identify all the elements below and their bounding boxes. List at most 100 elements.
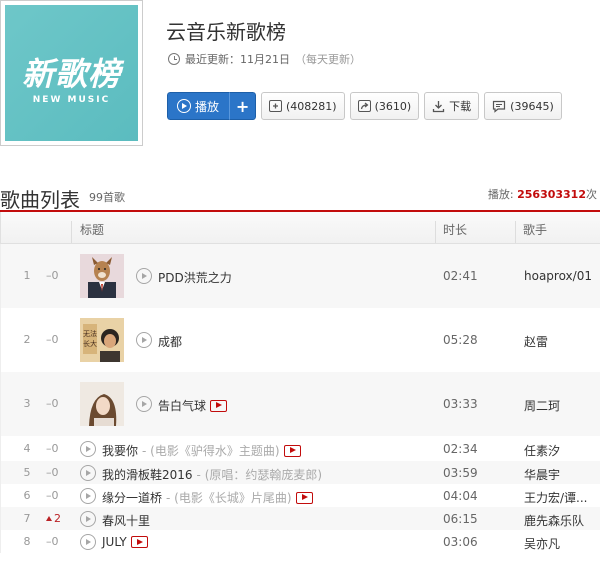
play-icon [177, 99, 191, 113]
cover-image: 新歌榜 NEW MUSIC [5, 5, 138, 141]
song-alias: - (电影《驴得水》主题曲) [142, 444, 280, 458]
cover-title: 新歌榜 [21, 55, 121, 93]
update-label: 最近更新：11月21日 [185, 53, 290, 66]
rank-trend: –0 [46, 269, 59, 282]
table-row[interactable]: 7 2 春风十里 06:15 鹿先森乐队 [0, 507, 600, 530]
column-artist: 歌手 [523, 223, 548, 237]
song-artist[interactable]: 吴亦凡 [524, 535, 599, 552]
song-duration: 04:04 [443, 489, 478, 503]
song-alias: - (原唱：约瑟翰庞麦郎) [196, 468, 323, 482]
total-plays: 播放: 256303312次 [488, 186, 597, 202]
mv-icon[interactable] [283, 444, 301, 457]
song-artist[interactable]: 华晨宇 [524, 466, 599, 483]
song-title[interactable]: 缘分一道桥 - (电影《长城》片尾曲) [102, 489, 313, 506]
song-title[interactable]: 告白气球 [158, 397, 228, 414]
rank-trend: –0 [46, 442, 59, 455]
song-duration: 03:33 [443, 397, 478, 411]
table-row[interactable]: 6 –0 缘分一道桥 - (电影《长城》片尾曲) 04:04 王力宏/谭... [0, 484, 600, 507]
song-play-icon[interactable] [136, 268, 152, 284]
play-button[interactable]: 播放 [167, 92, 230, 120]
update-note: （每天更新） [295, 53, 361, 66]
song-play-icon[interactable] [80, 534, 96, 550]
song-play-icon[interactable] [80, 465, 96, 481]
song-artist[interactable]: 赵雷 [524, 333, 599, 350]
song-name[interactable]: JULY [102, 535, 127, 549]
song-title[interactable]: PDD洪荒之力 [158, 269, 232, 286]
action-bar: 播放 + (408281) (3610) 下载 (39645) [167, 92, 562, 120]
song-title[interactable]: 我的滑板鞋2016 - (原唱：约瑟翰庞麦郎) [102, 466, 322, 483]
play-group: 播放 + [167, 92, 257, 120]
play-count-suffix: 次 [586, 188, 597, 201]
song-name[interactable]: 成都 [158, 333, 182, 350]
song-rank: 3 [23, 397, 31, 410]
column-title: 标题 [80, 223, 105, 237]
song-rank: 5 [23, 466, 31, 479]
song-artist[interactable]: hoaprox/01 [524, 269, 599, 283]
table-row[interactable]: 4 –0 我要你 - (电影《驴得水》主题曲) 02:34 任素汐 [0, 436, 600, 461]
play-count-value: 256303312 [517, 188, 586, 201]
song-title[interactable]: 成都 [158, 333, 182, 350]
collect-button[interactable]: (408281) [261, 92, 345, 120]
comment-button[interactable]: (39645) [484, 92, 562, 120]
svg-text:无法: 无法 [83, 329, 97, 338]
add-to-queue-button[interactable]: + [229, 92, 257, 120]
column-divider [515, 221, 516, 243]
song-name[interactable]: 我的滑板鞋2016 [102, 466, 193, 483]
column-duration: 时长 [443, 223, 468, 237]
song-artist[interactable]: 王力宏/谭... [524, 489, 599, 506]
table-row[interactable]: 5 –0 我的滑板鞋2016 - (原唱：约瑟翰庞麦郎) 03:59 华晨宇 [0, 461, 600, 484]
table-header: 标题 时长 歌手 [0, 212, 600, 244]
album-thumbnail[interactable] [80, 254, 124, 298]
song-duration: 02:34 [443, 442, 478, 456]
clock-icon [168, 53, 180, 65]
song-name[interactable]: PDD洪荒之力 [158, 269, 232, 286]
table-row[interactable]: 3 –0 告白气球 03:33 周二珂 [0, 372, 600, 436]
song-list-title: 歌曲列表 [0, 188, 80, 212]
mv-icon[interactable] [130, 536, 148, 548]
song-play-icon[interactable] [136, 396, 152, 412]
rank-trend: –0 [46, 466, 59, 479]
mv-icon[interactable] [295, 491, 313, 504]
song-rank: 2 [23, 333, 31, 346]
song-title[interactable]: 春风十里 [102, 512, 150, 529]
song-play-icon[interactable] [80, 488, 96, 504]
song-play-icon[interactable] [80, 511, 96, 527]
play-label: 播放 [195, 99, 220, 114]
song-play-icon[interactable] [136, 332, 152, 348]
song-duration: 02:41 [443, 269, 478, 283]
rank-trend: –0 [46, 489, 59, 502]
playlist-cover: 新歌榜 NEW MUSIC [0, 0, 143, 146]
column-divider [71, 221, 72, 243]
song-title[interactable]: JULY [102, 535, 148, 549]
song-name[interactable]: 我要你 [102, 442, 138, 459]
song-artist[interactable]: 任素汐 [524, 442, 599, 459]
song-title[interactable]: 我要你 - (电影《驴得水》主题曲) [102, 442, 301, 459]
song-rank: 1 [23, 269, 31, 282]
song-play-icon[interactable] [80, 441, 96, 457]
table-row[interactable]: 2 –0 无法 长大 成都 05:28 赵雷 [0, 308, 600, 372]
album-thumbnail[interactable] [80, 382, 124, 426]
song-alias: - (电影《长城》片尾曲) [166, 491, 292, 505]
rank-trend: –0 [46, 397, 59, 410]
song-rank: 4 [23, 442, 31, 455]
song-name[interactable]: 春风十里 [102, 512, 150, 529]
song-rank: 8 [23, 535, 31, 548]
download-button[interactable]: 下载 [424, 92, 480, 120]
song-rank: 7 [23, 512, 31, 525]
column-divider [435, 221, 436, 243]
share-icon [357, 100, 371, 112]
cover-subtitle: NEW MUSIC [32, 95, 111, 105]
mv-icon[interactable] [210, 399, 228, 412]
download-icon [433, 100, 445, 112]
rank-trend: –0 [46, 333, 59, 346]
comment-icon [493, 100, 506, 113]
song-name[interactable]: 告白气球 [158, 397, 206, 414]
song-artist[interactable]: 鹿先森乐队 [524, 512, 599, 529]
song-artist[interactable]: 周二珂 [524, 397, 599, 414]
share-button[interactable]: (3610) [349, 92, 420, 120]
table-row[interactable]: 1 –0 PDD洪荒之力 02:41 hoaprox/01 [0, 244, 600, 308]
play-count-label: 播放: [487, 188, 514, 201]
table-row[interactable]: 8 –0 JULY 03:06 吴亦凡 [0, 530, 600, 553]
song-name[interactable]: 缘分一道桥 [102, 489, 162, 506]
album-thumbnail[interactable]: 无法 长大 [80, 318, 124, 362]
